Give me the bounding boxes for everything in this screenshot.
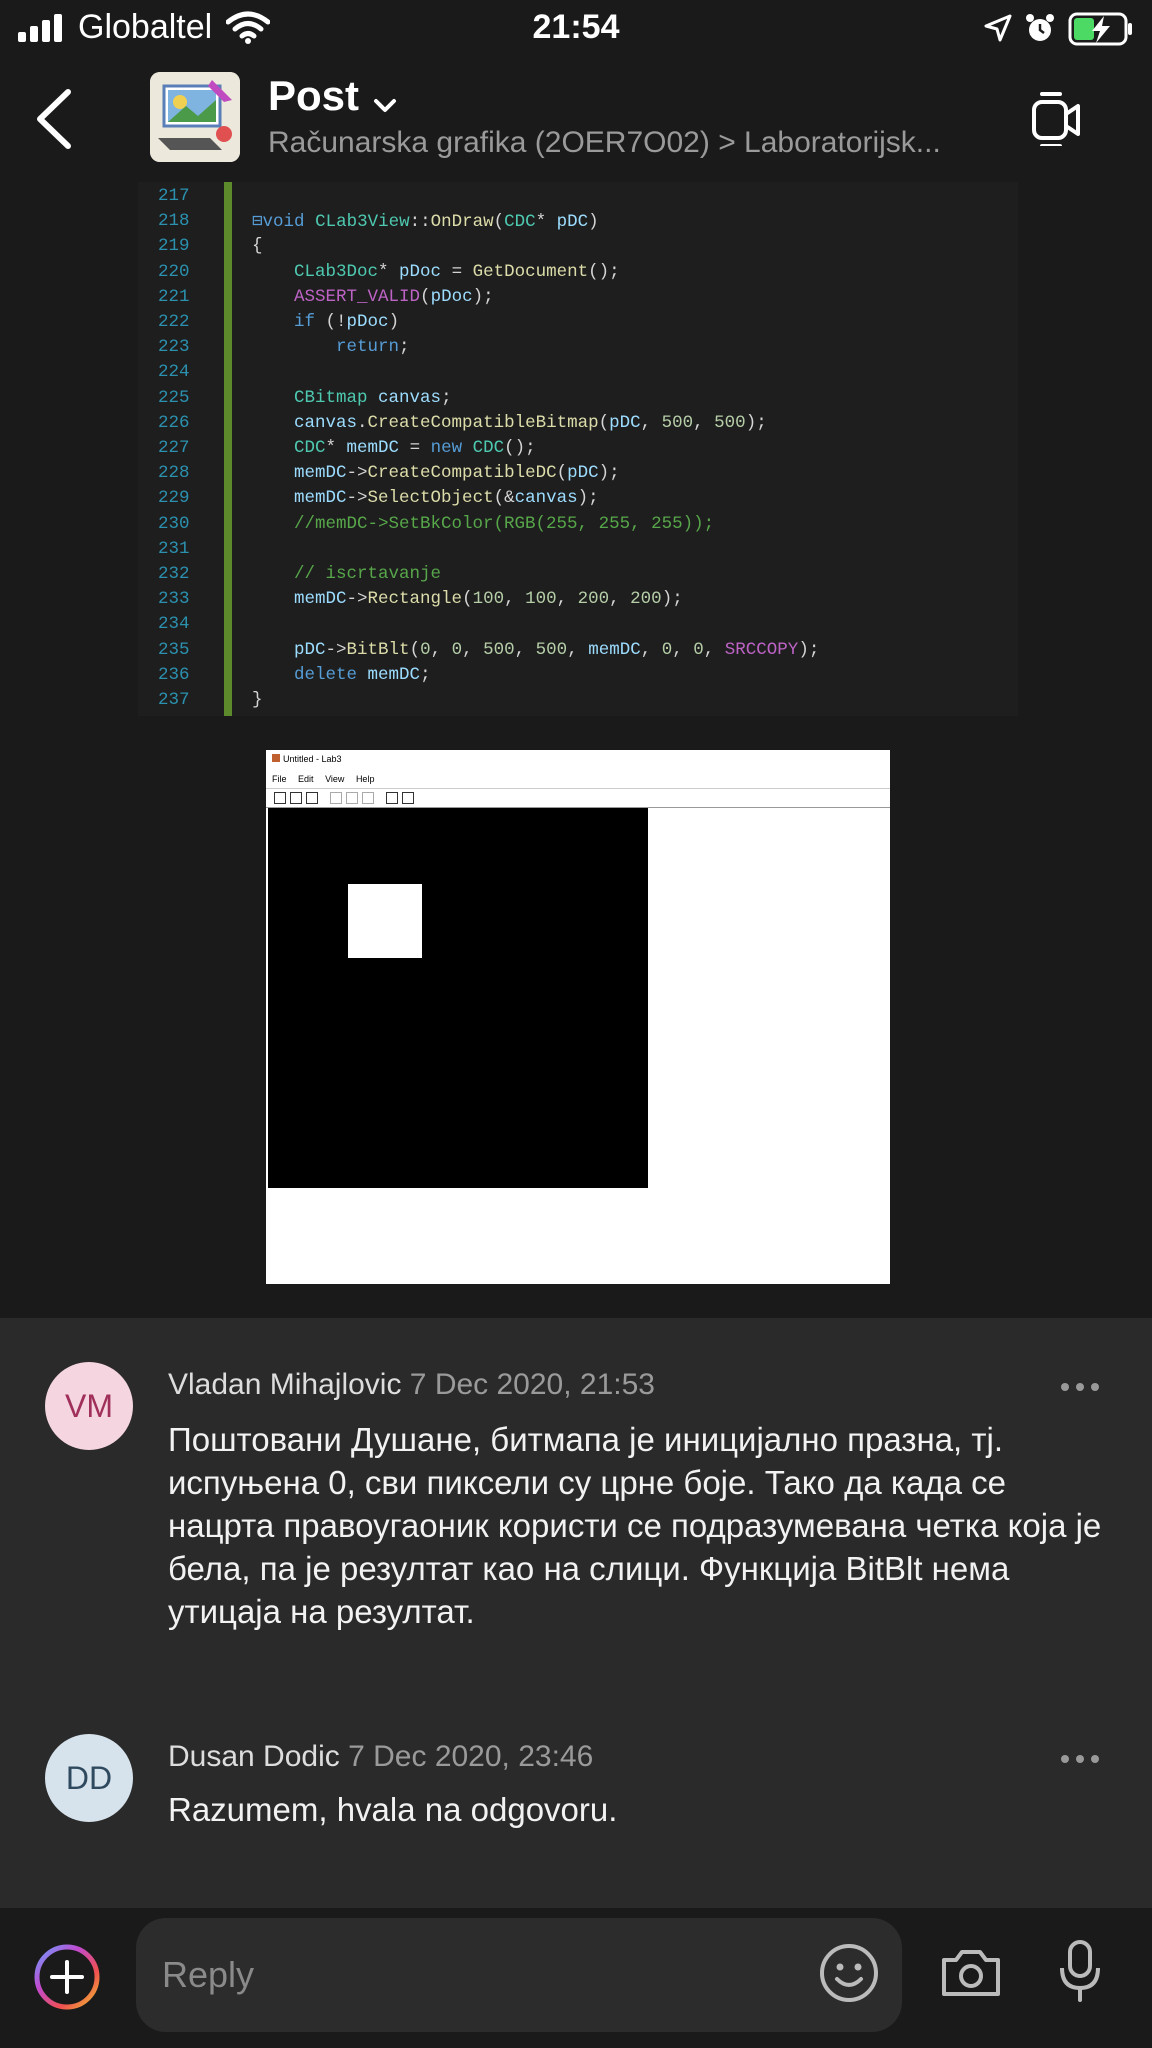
add-icon[interactable] [32, 1942, 102, 2012]
line-number: 235 [158, 639, 190, 660]
avatar[interactable]: VM [45, 1362, 133, 1450]
line-number: 224 [158, 362, 190, 383]
black-bitmap [268, 808, 648, 1188]
replies-section: VM Vladan Mihajlovic 7 Dec 2020, 21:53 П… [0, 1318, 1152, 1908]
menu-file: File [272, 774, 287, 784]
battery-charging-icon [1068, 12, 1132, 46]
line-number: 227 [158, 438, 190, 458]
line-number: 217 [158, 186, 190, 206]
back-icon[interactable] [30, 88, 80, 150]
compose-bar: Reply [0, 1908, 1152, 2048]
save-icon [306, 792, 318, 804]
emoji-icon[interactable] [818, 1942, 880, 2004]
code-text: memDC->CreateCompatibleDC(pDC); [294, 463, 620, 484]
code-text: // iscrtavanje [294, 564, 442, 584]
print-icon [386, 792, 398, 804]
window-title: Untitled - Lab3 [272, 754, 342, 764]
code-text: if (!pDoc) [294, 312, 400, 332]
code-screenshot-image[interactable]: 217218 ⊟void CLab3View::OnDraw(CDC* pDC)2… [138, 182, 1018, 716]
code-text: pDC->BitBlt(0, 0, 500, 500, memDC, 0, 0,… [294, 639, 820, 660]
line-number: 230 [158, 513, 190, 534]
line-number: 232 [158, 564, 190, 584]
white-rectangle [348, 884, 422, 958]
code-text: memDC->Rectangle(100, 100, 200, 200); [294, 589, 683, 610]
line-number: 231 [158, 538, 190, 559]
menu-view: View [325, 774, 345, 784]
author-name[interactable]: Dusan Dodic [168, 1740, 340, 1773]
paste-icon [362, 792, 374, 804]
open-icon [290, 792, 302, 804]
location-icon [984, 14, 1012, 42]
line-number: 229 [158, 488, 190, 509]
comment-date: 7 Dec 2020, 21:53 [409, 1368, 655, 1401]
meet-now-icon[interactable] [1030, 90, 1082, 146]
line-number: 220 [158, 261, 190, 282]
line-number: 223 [158, 337, 190, 358]
new-icon [274, 792, 286, 804]
code-text: //memDC->SetBkColor(RGB(255, 255, 255)); [294, 513, 715, 534]
comment-text: Razumem, hvala na odgovoru. [168, 1791, 618, 1828]
code-text: return; [336, 337, 410, 358]
code-text: } [252, 690, 263, 710]
comment-meta: Vladan Mihajlovic 7 Dec 2020, 21:53 [168, 1368, 655, 1402]
help-icon [402, 792, 414, 804]
line-number: 236 [158, 664, 190, 685]
code-text: CBitmap canvas; [294, 387, 452, 408]
camera-icon[interactable] [940, 1946, 1002, 2000]
line-number: 237 [158, 690, 190, 710]
comment-meta: Dusan Dodic 7 Dec 2020, 23:46 [168, 1740, 593, 1774]
menu-edit: Edit [298, 774, 314, 784]
window-toolbar [266, 788, 890, 808]
line-number: 234 [158, 614, 190, 635]
post-header: Post Računarska grafika (2OER7O02) > Lab… [0, 58, 1152, 182]
code-text: ⊟void CLab3View::OnDraw(CDC* pDC) [252, 212, 599, 233]
code-text: { [252, 236, 263, 257]
avatar[interactable]: DD [45, 1734, 133, 1822]
more-options-icon[interactable] [1060, 1754, 1100, 1764]
app-icon [272, 754, 280, 762]
line-number: 221 [158, 286, 190, 307]
reply-input[interactable]: Reply [136, 1918, 902, 2032]
reply-placeholder: Reply [162, 1954, 255, 1995]
line-number: 225 [158, 387, 190, 408]
code-text: CLab3Doc* pDoc = GetDocument(); [294, 261, 620, 282]
comment-text: Поштовани Душане, битмапа је иницијално … [168, 1421, 1102, 1630]
menu-help: Help [355, 774, 375, 784]
line-number: 228 [158, 463, 190, 484]
window-menubar: File Edit View Help [272, 774, 383, 784]
comment-date: 7 Dec 2020, 23:46 [348, 1740, 594, 1773]
code-text: ASSERT_VALID(pDoc); [294, 286, 494, 307]
copy-icon [346, 792, 358, 804]
cut-icon [330, 792, 342, 804]
more-options-icon[interactable] [1060, 1382, 1100, 1392]
code-text: memDC->SelectObject(&canvas); [294, 488, 599, 509]
microphone-icon[interactable] [1058, 1938, 1102, 2004]
status-bar: Globaltel 21:54 [0, 0, 1152, 58]
code-text: CDC* memDC = new CDC(); [294, 438, 536, 458]
code-text: delete memDC; [294, 664, 431, 685]
team-avatar [150, 72, 240, 162]
chevron-down-icon[interactable] [373, 98, 397, 114]
app-output-screenshot-image[interactable]: Untitled - Lab3 File Edit View Help [266, 750, 890, 1284]
line-number: 233 [158, 589, 190, 610]
page-title[interactable]: Post [268, 72, 359, 120]
alarm-icon [1026, 14, 1054, 41]
change-bar [224, 182, 232, 716]
line-number: 218 [158, 211, 190, 232]
line-number: 219 [158, 236, 190, 257]
author-name[interactable]: Vladan Mihajlovic [168, 1368, 401, 1401]
code-text: canvas.CreateCompatibleBitmap(pDC, 500, … [294, 412, 767, 433]
clock-time: 21:54 [532, 8, 620, 46]
line-number: 226 [158, 412, 190, 433]
line-number: 222 [158, 312, 190, 332]
channel-breadcrumb[interactable]: Računarska grafika (2OER7O02) > Laborato… [268, 126, 998, 160]
